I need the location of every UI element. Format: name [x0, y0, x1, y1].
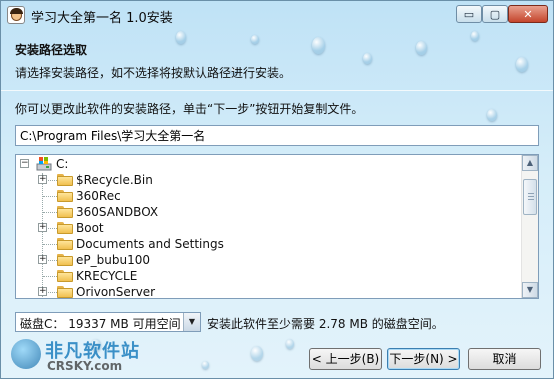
- back-button[interactable]: < 上一步(B): [309, 348, 382, 370]
- tree-item-label: Boot: [76, 221, 104, 235]
- tree-item-label: eP_bubu100: [76, 253, 150, 267]
- tree-item-label: Documents and Settings: [76, 237, 224, 251]
- folder-icon: [57, 174, 73, 186]
- expand-icon[interactable]: +: [38, 255, 47, 264]
- tree-item[interactable]: + Boot: [16, 220, 521, 236]
- expand-icon[interactable]: +: [38, 287, 47, 296]
- collapse-icon[interactable]: −: [20, 159, 29, 168]
- app-icon: [7, 6, 25, 24]
- folder-icon-body: [57, 256, 73, 266]
- close-icon: ✕: [523, 7, 533, 21]
- installer-window: 学习大全第一名 1.0安装 ▭ ▢ ✕ 安装路径选取 请选择安装路径，如不选择将…: [0, 0, 554, 379]
- folder-icon-body: [57, 240, 73, 250]
- tree-guide-line: [43, 276, 57, 277]
- tree-root-label: C:: [56, 157, 69, 171]
- water-drop: [286, 339, 294, 349]
- folder-icon-body: [57, 176, 73, 186]
- scroll-grip: [528, 196, 534, 197]
- next-button[interactable]: 下一步(N) >: [387, 348, 460, 370]
- folder-icon: [57, 206, 73, 218]
- folder-icon: [57, 222, 73, 234]
- water-drop: [176, 31, 186, 44]
- tree-root-row[interactable]: − C:: [16, 156, 521, 172]
- water-drop: [202, 361, 209, 369]
- tree-item-label: KRECYCLE: [76, 269, 138, 283]
- tree-item[interactable]: Documents and Settings: [16, 236, 521, 252]
- title-bar[interactable]: 学习大全第一名 1.0安装 ▭ ▢ ✕: [1, 1, 553, 29]
- maximize-button[interactable]: ▢: [482, 5, 508, 23]
- tree-guide-line: [43, 244, 57, 245]
- page-title: 安装路径选取: [15, 43, 88, 57]
- tree-guide-line: [43, 196, 57, 197]
- cancel-button[interactable]: 取消: [468, 348, 541, 370]
- water-drop: [251, 35, 259, 44]
- folder-icon: [57, 238, 73, 250]
- install-path-input[interactable]: [15, 125, 539, 146]
- tree-item[interactable]: 360Rec: [16, 188, 521, 204]
- tree-item[interactable]: + eP_bubu100: [16, 252, 521, 268]
- close-button[interactable]: ✕: [508, 5, 548, 23]
- tree-guide-line: [43, 212, 57, 213]
- tree-item[interactable]: 360SANDBOX: [16, 204, 521, 220]
- scroll-up-button[interactable]: ▲: [522, 155, 538, 171]
- folder-icon-body: [57, 272, 73, 282]
- instruction-text: 你可以更改此软件的安装路径，单击“下一步”按钮开始复制文件。: [15, 102, 364, 116]
- minimize-button[interactable]: ▭: [456, 5, 482, 23]
- tree-item-label: 360SANDBOX: [76, 205, 159, 219]
- scroll-thumb[interactable]: [523, 179, 537, 215]
- chevron-down-icon[interactable]: ▼: [183, 313, 200, 331]
- tree-item[interactable]: + OrivonServer: [16, 284, 521, 299]
- folder-icon-body: [57, 224, 73, 234]
- tree-item[interactable]: KRECYCLE: [16, 268, 521, 284]
- app-icon-hair: [10, 8, 23, 14]
- vertical-scrollbar[interactable]: ▲ ▼: [521, 155, 538, 298]
- folder-icon: [57, 286, 73, 298]
- tree-item-label: OrivonServer: [76, 285, 156, 299]
- drive-icon: [36, 157, 52, 171]
- folder-icon-body: [57, 288, 73, 298]
- scroll-grip: [528, 193, 534, 194]
- water-drop: [251, 346, 263, 361]
- water-drop: [363, 53, 372, 64]
- disk-requirement-text: 安装此软件至少需要 2.78 MB 的磁盘空间。: [207, 317, 444, 331]
- folder-icon: [57, 270, 73, 282]
- tree-item[interactable]: + $Recycle.Bin: [16, 172, 521, 188]
- page-subtitle: 请选择安装路径，如不选择将按默认路径进行安装。: [15, 66, 292, 80]
- water-drop: [487, 109, 497, 121]
- water-drop: [471, 31, 479, 41]
- disk-select[interactable]: 磁盘C： 19337 MB 可用空间 ▼: [15, 312, 201, 332]
- watermark: 非凡软件站 CRSKY.com: [5, 335, 165, 377]
- water-drop: [416, 41, 427, 55]
- tree-item-label: 360Rec: [76, 189, 121, 203]
- expand-icon[interactable]: +: [38, 223, 47, 232]
- folder-icon-body: [57, 208, 73, 218]
- folder-tree[interactable]: − C: + $Recycle.Bin 360Rec 360SANDBOX + Boot D…: [15, 154, 539, 299]
- window-title: 学习大全第一名 1.0安装: [31, 11, 173, 26]
- tree-item-label: $Recycle.Bin: [76, 173, 153, 187]
- expand-icon[interactable]: +: [38, 175, 47, 184]
- folder-icon: [57, 254, 73, 266]
- water-drop: [312, 37, 325, 54]
- folder-icon: [57, 190, 73, 202]
- maximize-icon: ▢: [489, 7, 501, 21]
- disk-select-value: 磁盘C： 19337 MB 可用空间: [20, 317, 181, 331]
- scroll-grip: [528, 199, 534, 200]
- scroll-down-button[interactable]: ▼: [522, 282, 538, 298]
- water-drop: [516, 57, 528, 72]
- watermark-logo-icon: [11, 339, 41, 369]
- minimize-icon: ▭: [463, 7, 475, 21]
- folder-icon-body: [57, 192, 73, 202]
- header-divider: [1, 90, 553, 91]
- watermark-en: CRSKY.com: [47, 359, 123, 373]
